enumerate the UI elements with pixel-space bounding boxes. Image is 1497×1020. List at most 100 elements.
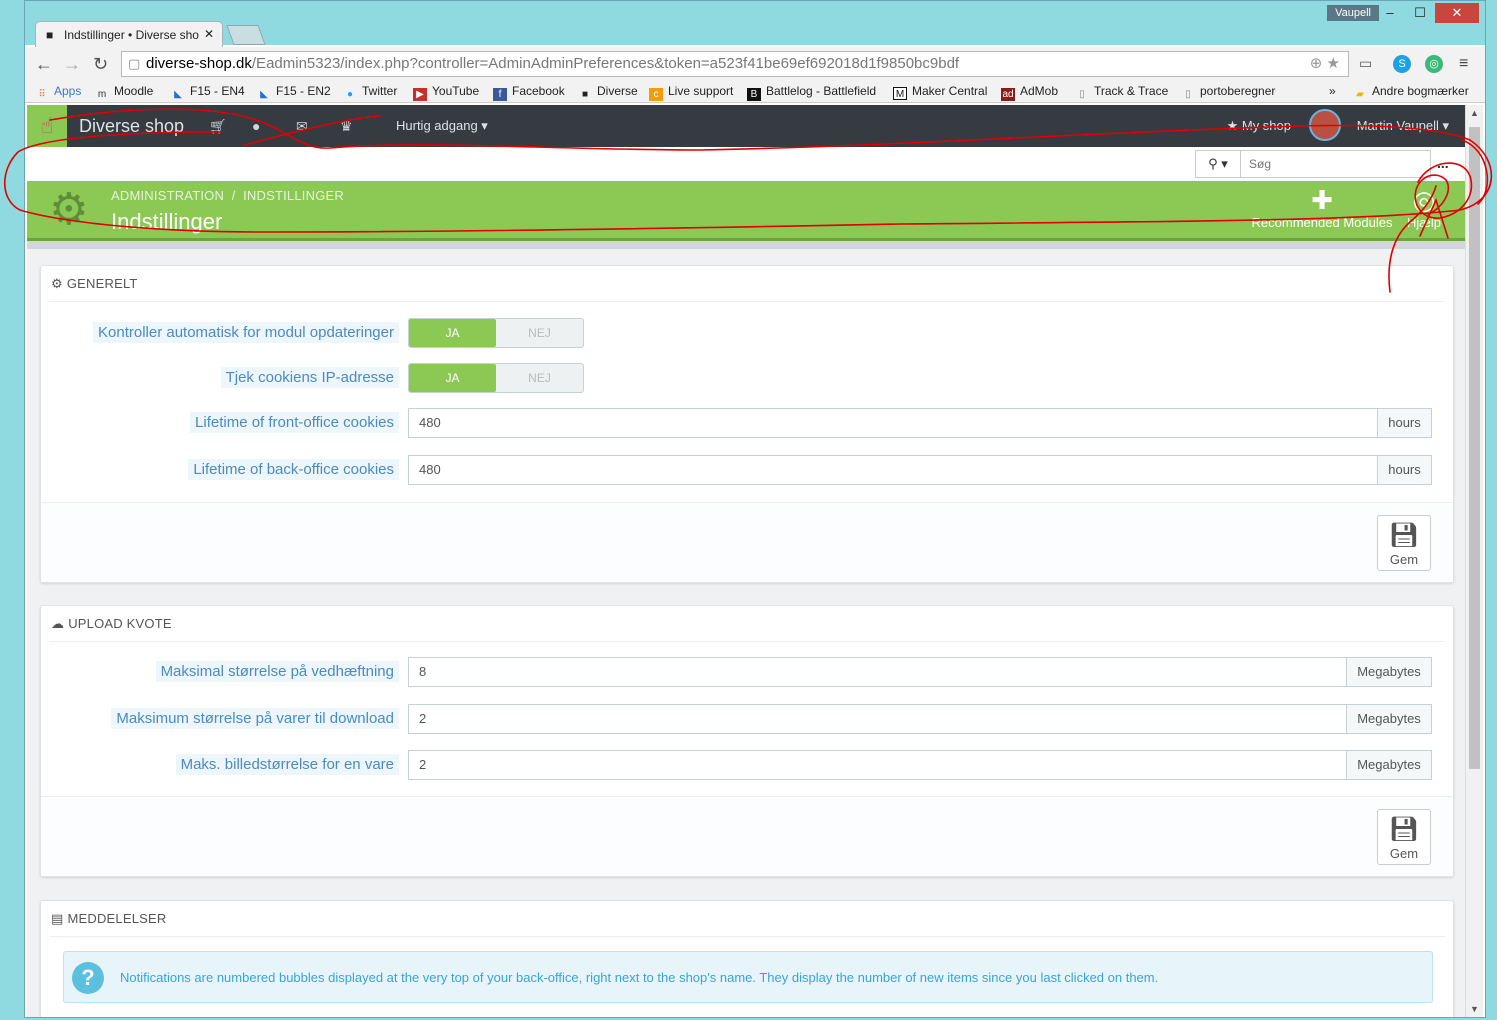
battlelog-icon: B <box>747 88 761 101</box>
menu-icon[interactable]: ≡ <box>1459 55 1468 73</box>
folder-icon: ▰ <box>1356 89 1364 100</box>
zoom-icon[interactable]: ⊕ <box>1310 55 1323 72</box>
customer-icon[interactable]: ● <box>252 118 260 134</box>
bookmark-f15-en4[interactable]: ◣ F15 - EN4 <box>171 84 245 101</box>
apps-icon: ⠿ <box>38 89 46 100</box>
maker-icon: M <box>893 87 907 100</box>
info-text: Notifications are numbered bubbles displ… <box>120 970 1159 985</box>
bookmarks-overflow[interactable]: » <box>1329 84 1336 98</box>
search-input[interactable] <box>1241 150 1431 178</box>
forward-icon[interactable]: → <box>63 54 81 75</box>
address-bar[interactable]: ▢ diverse-shop.dk/Eadmin5323/index.php?c… <box>121 51 1349 77</box>
new-tab-button[interactable] <box>226 25 266 45</box>
skype-icon[interactable]: S <box>1393 55 1411 73</box>
front-office-cookie-input[interactable]: 480 <box>408 408 1378 438</box>
profile-badge[interactable]: Vaupell <box>1327 5 1379 21</box>
admin-app: ☝ Diverse shop 🛒︎ ● ✉ ♛ Hurtig adgang ▾ … <box>27 105 1465 1017</box>
bookmark-facebook[interactable]: f Facebook <box>493 84 565 101</box>
back-icon[interactable]: ← <box>35 54 53 75</box>
bookmark-twitter[interactable]: ● Twitter <box>343 84 397 101</box>
cloud-upload-icon: ☁ <box>51 616 65 631</box>
general-panel: ⚙ GENERELT Kontroller automatisk for modu… <box>40 265 1454 583</box>
search-icon: ⚲ <box>1208 156 1218 171</box>
breadcrumb-indstillinger[interactable]: INDSTILLINGER <box>243 188 344 203</box>
bookmark-f15-en2[interactable]: ◣ F15 - EN2 <box>257 84 331 101</box>
envelope-icon[interactable]: ✉ <box>296 118 308 135</box>
bookmark-track-trace[interactable]: ▯ Track & Trace <box>1075 84 1168 101</box>
save-button[interactable]: 💾︎ Gem <box>1377 515 1431 571</box>
image-size-input[interactable]: 2 <box>408 750 1347 780</box>
shop-name[interactable]: Diverse shop <box>79 116 184 137</box>
bookmark-admob[interactable]: ad AdMob <box>1001 84 1058 101</box>
switch-no[interactable]: NEJ <box>496 364 583 392</box>
close-tab-icon[interactable]: ✕ <box>204 27 214 41</box>
scroll-down-icon[interactable]: ▼ <box>1470 1004 1479 1014</box>
module-update-switch[interactable]: JA NEJ <box>408 318 584 348</box>
panel-heading: ☁ UPLOAD KVOTE <box>49 606 1445 642</box>
form-row: Lifetime of front-office cookies 480 hou… <box>41 408 1453 438</box>
browser-tab[interactable]: ■ Indstillinger • Diverse sho ✕ <box>35 21 223 47</box>
field-label: Maksimal størrelse på vedhæftning <box>155 661 399 682</box>
unit-addon: hours <box>1377 408 1432 438</box>
breadcrumb-administration[interactable]: ADMINISTRATION <box>111 188 224 203</box>
attachment-size-input[interactable]: 8 <box>408 657 1347 687</box>
recommended-modules-button[interactable]: ✚ Recommended Modules <box>1247 185 1397 230</box>
save-button[interactable]: 💾︎ Gem <box>1377 809 1431 865</box>
bookmark-portoberegner[interactable]: ▯ portoberegner <box>1181 84 1275 101</box>
panel-heading: ⚙ GENERELT <box>49 266 1445 302</box>
help-button[interactable]: ◎ Hjælp <box>1407 185 1441 230</box>
field-label: Kontroller automatisk for modul opdateri… <box>93 322 399 343</box>
bookmark-live-support[interactable]: c Live support <box>649 84 733 101</box>
panel-footer: 💾︎ Gem <box>41 502 1453 582</box>
form-row: Tjek cookiens IP-adresse JA NEJ <box>41 363 1453 393</box>
bookmarks-bar: ⠿ Apps m Moodle ◣ F15 - EN4 ◣ F15 - EN2 ● Twi… <box>25 81 1485 103</box>
form-row: Maksimal størrelse på vedhæftning 8 Mega… <box>41 657 1453 687</box>
extension-icon[interactable]: ◎ <box>1425 55 1443 73</box>
other-bookmarks[interactable]: ▰ Andre bogmærker <box>1353 84 1469 101</box>
user-menu[interactable]: Martin Vaupell ▾ <box>1357 118 1449 134</box>
scroll-thumb[interactable] <box>1469 127 1480 769</box>
scrollbar[interactable]: ▲ ▼ <box>1465 105 1483 1017</box>
bookmark-diverse[interactable]: ■ Diverse <box>578 84 638 101</box>
download-size-input[interactable]: 2 <box>408 704 1347 734</box>
scroll-up-icon[interactable]: ▲ <box>1470 108 1479 118</box>
top-navigation: ☝ Diverse shop 🛒︎ ● ✉ ♛ Hurtig adgang ▾ … <box>27 105 1465 147</box>
switch-no[interactable]: NEJ <box>496 319 583 347</box>
bookmark-moodle[interactable]: m Moodle <box>95 84 154 101</box>
maximize-icon[interactable]: ☐ <box>1405 3 1435 23</box>
close-window-icon[interactable]: ✕ <box>1435 3 1479 23</box>
form-row: Maks. billedstørrelse for en vare 2 Mega… <box>41 750 1453 780</box>
avatar[interactable] <box>1309 109 1341 141</box>
cart-icon[interactable]: 🛒︎ <box>209 118 227 135</box>
upload-panel: ☁ UPLOAD KVOTE Maksimal størrelse på vedh… <box>40 605 1454 877</box>
switch-yes[interactable]: JA <box>409 364 496 392</box>
trophy-icon[interactable]: ♛ <box>340 118 353 135</box>
hand-pointer-icon[interactable]: ☝ <box>27 105 67 147</box>
switch-yes[interactable]: JA <box>409 319 496 347</box>
bookmark-star-icon[interactable]: ★ <box>1327 55 1340 72</box>
url-path: /Eadmin5323/index.php?controller=AdminAd… <box>251 55 960 72</box>
more-button[interactable]: ... <box>1437 155 1449 171</box>
info-alert: ? Notifications are numbered bubbles dis… <box>63 951 1433 1003</box>
quick-access-menu[interactable]: Hurtig adgang ▾ <box>396 118 488 134</box>
search-type-button[interactable]: ⚲ ▾ <box>1195 150 1241 178</box>
unit-addon: Megabytes <box>1346 750 1432 780</box>
f15-icon: ◣ <box>260 89 268 100</box>
field-label: Lifetime of back-office cookies <box>188 459 399 480</box>
field-label: Maksimum størrelse på varer til download <box>111 708 399 729</box>
moodle-icon: m <box>97 89 107 100</box>
bookmark-apps[interactable]: ⠿ Apps <box>35 84 81 101</box>
minimize-icon[interactable]: – <box>1375 3 1405 23</box>
cogs-icon: ⚙ <box>51 276 63 291</box>
f15-icon: ◣ <box>174 89 182 100</box>
cookie-ip-switch[interactable]: JA NEJ <box>408 363 584 393</box>
bookmark-youtube[interactable]: ▶ YouTube <box>413 84 479 101</box>
back-office-cookie-input[interactable]: 480 <box>408 455 1378 485</box>
search-bar: ⚲ ▾ ... <box>27 147 1465 181</box>
bookmark-battlelog[interactable]: B Battlelog - Battlefield <box>747 84 876 101</box>
my-shop-link[interactable]: ★ My shop <box>1227 118 1291 134</box>
browser-toolbar: ← → ↻ ▢ diverse-shop.dk/Eadmin5323/index… <box>25 47 1485 81</box>
cast-icon[interactable]: ▭ <box>1359 55 1372 72</box>
bookmark-maker-central[interactable]: M Maker Central <box>893 84 987 100</box>
reload-icon[interactable]: ↻ <box>93 54 108 75</box>
